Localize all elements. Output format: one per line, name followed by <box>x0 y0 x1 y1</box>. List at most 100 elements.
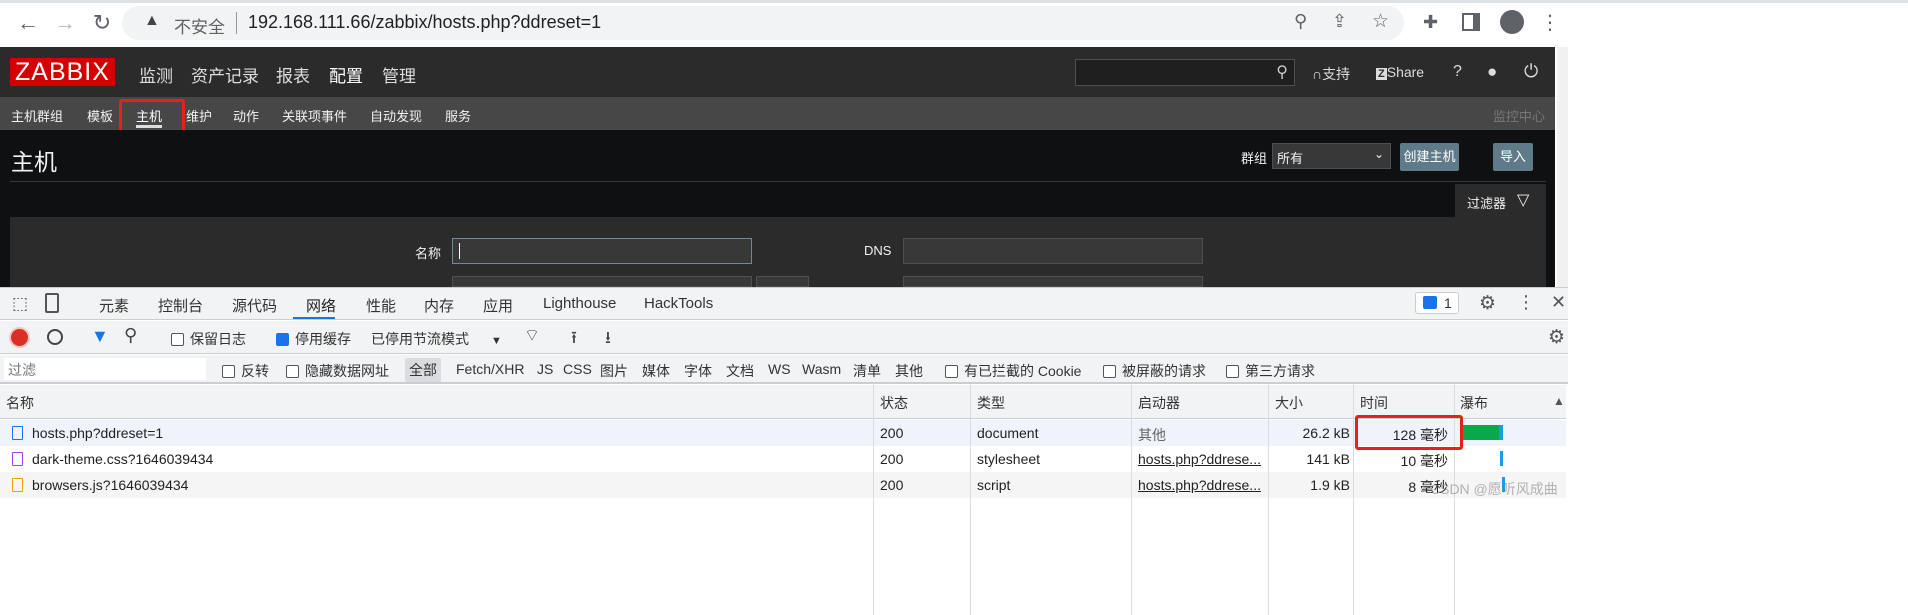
reload-icon[interactable]: ↻ <box>87 10 117 36</box>
import-button[interactable]: 导入 <box>1493 143 1533 171</box>
global-search-input[interactable]: ⚲ <box>1075 59 1295 86</box>
disable-cache-checkbox[interactable]: 停用缓存 <box>276 329 351 349</box>
type-all[interactable]: 全部 <box>405 358 441 382</box>
device-toolbar-icon[interactable] <box>45 293 59 313</box>
submenu-event-correlation[interactable]: 关联项事件 <box>282 106 347 125</box>
type-doc[interactable]: 文档 <box>726 361 754 381</box>
checkbox[interactable] <box>171 333 184 346</box>
tab-application[interactable]: 应用 <box>483 295 513 316</box>
checkbox[interactable] <box>1103 365 1116 378</box>
filter-ip-input[interactable] <box>452 276 752 287</box>
column-size[interactable]: 大小 <box>1275 393 1303 413</box>
table-row[interactable]: browsers.js?1646039434 200 script hosts.… <box>0 472 1566 498</box>
extensions-icon[interactable]: ✚ <box>1423 12 1438 33</box>
submenu-actions[interactable]: 动作 <box>233 106 259 125</box>
type-font[interactable]: 字体 <box>684 361 712 381</box>
bookmark-star-icon[interactable]: ☆ <box>1372 10 1389 33</box>
tab-sources[interactable]: 源代码 <box>232 295 277 316</box>
network-conditions-icon[interactable]: ⌔ <box>524 325 540 346</box>
tab-console[interactable]: 控制台 <box>158 295 203 316</box>
checkbox-checked[interactable] <box>276 333 289 346</box>
request-initiator-link[interactable]: hosts.php?ddrese... <box>1138 451 1261 467</box>
menu-inventory[interactable]: 资产记录 <box>191 62 259 87</box>
type-other[interactable]: 其他 <box>895 361 923 381</box>
filter-port-input[interactable] <box>756 276 809 287</box>
forward-icon[interactable]: → <box>50 10 80 36</box>
inspect-element-icon[interactable]: ⬚ <box>12 294 28 314</box>
zoom-icon[interactable]: ⚲ <box>1294 11 1307 32</box>
type-media[interactable]: 媒体 <box>642 361 670 381</box>
menu-configuration[interactable]: 配置 <box>329 62 363 87</box>
throttle-select[interactable]: 已停用节流模式 ▼ <box>371 329 502 349</box>
breadcrumb-dashboard[interactable]: 监控中心 <box>1493 106 1545 125</box>
type-img[interactable]: 图片 <box>600 361 628 381</box>
table-row-partial[interactable] <box>0 498 1566 515</box>
filter-extra-input[interactable] <box>903 276 1203 287</box>
filter-name-input[interactable] <box>452 238 752 264</box>
side-panel-icon[interactable] <box>1462 13 1480 31</box>
type-manifest[interactable]: 清单 <box>853 361 881 381</box>
type-js[interactable]: JS <box>537 361 553 377</box>
sign-out-icon[interactable]: ⏻ <box>1524 61 1538 82</box>
type-ws[interactable]: WS <box>768 361 791 377</box>
address-bar[interactable]: ▲ 不安全 192.168.111.66/zabbix/hosts.php?dd… <box>122 6 1404 40</box>
type-fetch-xhr[interactable]: Fetch/XHR <box>456 361 524 377</box>
settings-gear-icon[interactable]: ⚙ <box>1479 292 1496 315</box>
share-link[interactable]: Z Share <box>1376 64 1424 80</box>
menu-monitoring[interactable]: 监测 <box>139 62 173 87</box>
blocked-cookies-checkbox[interactable]: 有已拦截的 Cookie <box>945 361 1081 381</box>
submenu-templates[interactable]: 模板 <box>87 106 113 125</box>
column-waterfall[interactable]: 瀑布 <box>1460 393 1488 413</box>
url-text[interactable]: 192.168.111.66/zabbix/hosts.php?ddreset=… <box>248 12 601 33</box>
submenu-host-groups[interactable]: 主机群组 <box>11 106 63 125</box>
invert-checkbox[interactable]: 反转 <box>222 361 269 381</box>
back-icon[interactable]: ← <box>13 10 43 36</box>
checkbox[interactable] <box>222 365 235 378</box>
checkbox[interactable] <box>1226 365 1239 378</box>
tab-memory[interactable]: 内存 <box>424 295 454 316</box>
support-link[interactable]: ∩支持 <box>1312 64 1350 84</box>
checkbox[interactable] <box>286 365 299 378</box>
submenu-maintenance[interactable]: 维护 <box>186 106 212 125</box>
third-party-checkbox[interactable]: 第三方请求 <box>1226 361 1315 381</box>
request-name[interactable]: hosts.php?ddreset=1 <box>32 425 163 441</box>
group-select[interactable]: 所有 ⌄ <box>1272 143 1391 169</box>
more-options-icon[interactable]: ⋮ <box>1517 292 1535 313</box>
column-type[interactable]: 类型 <box>977 393 1005 413</box>
request-name[interactable]: dark-theme.css?1646039434 <box>32 451 213 467</box>
menu-administration[interactable]: 管理 <box>382 62 416 87</box>
security-label[interactable]: 不安全 <box>174 13 225 38</box>
search-icon[interactable]: ⚲ <box>124 325 137 346</box>
request-name[interactable]: browsers.js?1646039434 <box>32 477 188 493</box>
network-filter-input[interactable]: 过滤 <box>4 358 206 380</box>
type-css[interactable]: CSS <box>563 361 592 377</box>
zabbix-logo[interactable]: ZABBIX <box>10 58 115 86</box>
import-har-icon[interactable]: ⭱ <box>571 325 577 354</box>
submenu-services[interactable]: 服务 <box>445 106 471 125</box>
filter-tab[interactable]: 过滤器 ▽ <box>1455 184 1546 219</box>
blocked-requests-checkbox[interactable]: 被屏蔽的请求 <box>1103 361 1206 381</box>
filter-dns-input[interactable] <box>903 238 1203 264</box>
preserve-log-checkbox[interactable]: 保留日志 <box>171 329 246 349</box>
share-icon[interactable]: ⇪ <box>1332 11 1347 32</box>
tab-network[interactable]: 网络 <box>306 295 336 316</box>
submenu-discovery[interactable]: 自动发现 <box>370 106 422 125</box>
user-profile-icon[interactable]: ● <box>1487 62 1497 82</box>
record-icon[interactable] <box>11 329 28 346</box>
column-time[interactable]: 时间 <box>1360 393 1388 413</box>
create-host-button[interactable]: 创建主机 <box>1400 143 1459 171</box>
column-initiator[interactable]: 启动器 <box>1138 393 1180 413</box>
filter-funnel-icon[interactable]: ▼ <box>91 326 109 347</box>
network-settings-icon[interactable]: ⚙ <box>1548 326 1565 349</box>
menu-icon[interactable]: ⋮ <box>1540 10 1560 35</box>
export-har-icon[interactable]: ⭳ <box>605 325 611 354</box>
column-status[interactable]: 状态 <box>880 393 908 413</box>
hide-data-urls-checkbox[interactable]: 隐藏数据网址 <box>286 361 389 381</box>
close-devtools-icon[interactable]: ✕ <box>1551 292 1566 313</box>
request-initiator-link[interactable]: hosts.php?ddrese... <box>1138 477 1261 493</box>
search-icon[interactable]: ⚲ <box>1276 62 1288 82</box>
type-wasm[interactable]: Wasm <box>802 361 841 377</box>
sort-ascending-icon[interactable]: ▲ <box>1553 394 1565 408</box>
clear-icon[interactable] <box>47 329 63 345</box>
help-icon[interactable]: ? <box>1453 63 1462 81</box>
